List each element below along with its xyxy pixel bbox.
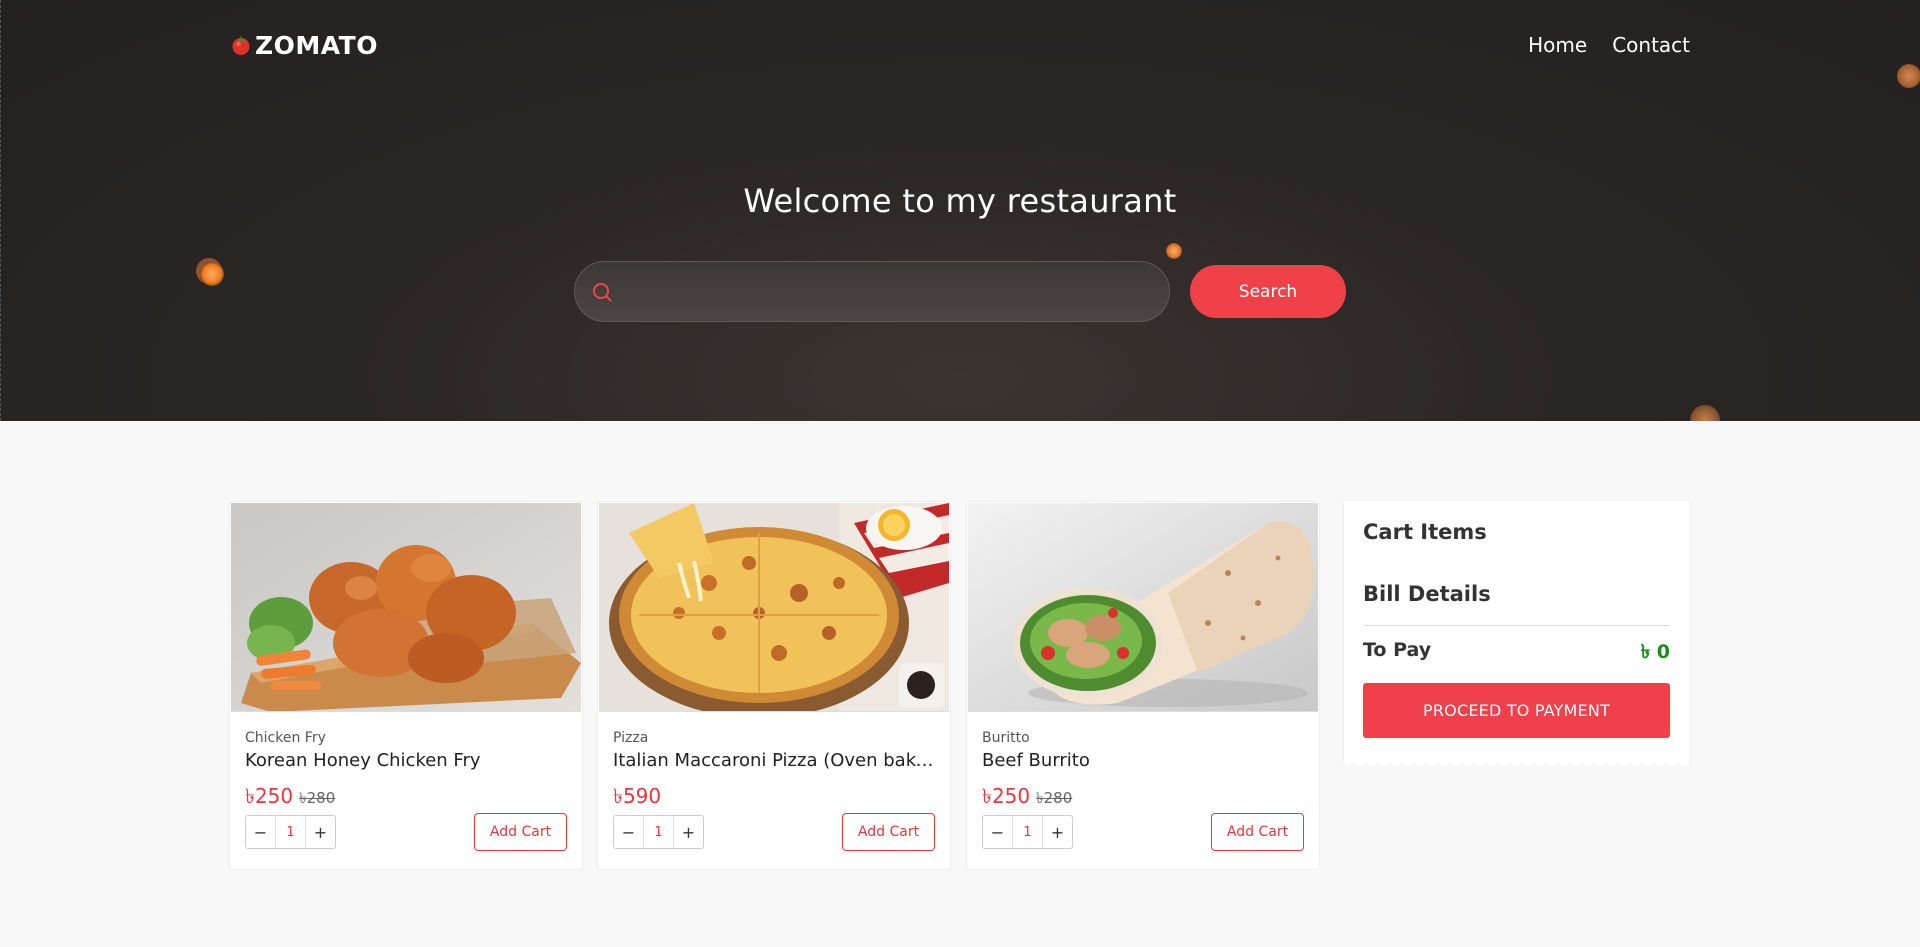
- search-icon: [590, 280, 614, 304]
- product-category: Pizza: [613, 730, 649, 746]
- decrement-button[interactable]: −: [246, 816, 275, 848]
- current-price: ৳250: [982, 784, 1031, 808]
- search-bar[interactable]: [574, 261, 1170, 322]
- product-price: ৳250 ৳280: [245, 782, 335, 815]
- divider: [1363, 625, 1670, 626]
- bill-details-title: Bill Details: [1363, 582, 1491, 606]
- current-price: ৳250: [245, 784, 294, 808]
- product-category: Chicken Fry: [245, 730, 326, 746]
- nav-contact-link[interactable]: Contact: [1612, 33, 1690, 57]
- search-input[interactable]: [622, 262, 1169, 321]
- product-card: Chicken Fry Korean Honey Chicken Fry ৳25…: [230, 502, 582, 869]
- add-cart-button[interactable]: Add Cart: [1211, 813, 1304, 851]
- decrement-button[interactable]: −: [983, 816, 1012, 848]
- decrement-button[interactable]: −: [614, 816, 643, 848]
- to-pay-label: To Pay: [1363, 639, 1432, 661]
- pizza-image: [599, 503, 949, 712]
- product-name[interactable]: Italian Maccaroni Pizza (Oven baked): [613, 750, 939, 771]
- hero-banner: ZOMATO Home Contact Welcome to my restau…: [0, 0, 1920, 421]
- quantity-value: 1: [275, 816, 306, 848]
- hero-title: Welcome to my restaurant: [743, 182, 1177, 220]
- quantity-value: 1: [1012, 816, 1043, 848]
- nav-home-link[interactable]: Home: [1528, 33, 1587, 57]
- add-cart-button[interactable]: Add Cart: [842, 813, 935, 851]
- brand-logo[interactable]: ZOMATO: [230, 28, 378, 62]
- tomato-icon: [230, 34, 252, 56]
- product-card: Buritto Beef Burrito ৳250 ৳280 − 1 + Add…: [967, 502, 1319, 869]
- product-card: Pizza Italian Maccaroni Pizza (Oven bake…: [598, 502, 950, 869]
- quantity-stepper: − 1 +: [245, 815, 336, 849]
- receipt-zigzag-edge: [1344, 761, 1690, 767]
- current-price: ৳590: [613, 784, 662, 808]
- increment-button[interactable]: +: [306, 816, 335, 848]
- product-price: ৳250 ৳280: [982, 782, 1072, 815]
- product-price: ৳590: [613, 782, 667, 815]
- cart-panel: Cart Items Bill Details To Pay ৳ 0 PROCE…: [1344, 501, 1690, 767]
- product-category: Buritto: [982, 730, 1030, 746]
- fried-chicken-image: [231, 503, 581, 712]
- to-pay-amount: ৳ 0: [1640, 641, 1670, 663]
- top-nav: ZOMATO Home Contact: [230, 28, 1690, 62]
- bokeh-light: [1690, 405, 1720, 421]
- bokeh-light: [1897, 64, 1920, 88]
- quantity-stepper: − 1 +: [982, 815, 1073, 849]
- brand-name: ZOMATO: [255, 30, 378, 60]
- increment-button[interactable]: +: [674, 816, 703, 848]
- original-price: ৳280: [1036, 789, 1073, 807]
- quantity-value: 1: [643, 816, 674, 848]
- product-name[interactable]: Beef Burrito: [982, 750, 1308, 771]
- nav-links: Home Contact: [1528, 28, 1690, 62]
- search-button[interactable]: Search: [1190, 265, 1346, 318]
- product-name[interactable]: Korean Honey Chicken Fry: [245, 750, 571, 771]
- bokeh-light: [200, 262, 224, 286]
- burrito-image: [968, 503, 1318, 712]
- increment-button[interactable]: +: [1043, 816, 1072, 848]
- proceed-to-payment-button[interactable]: PROCEED TO PAYMENT: [1363, 683, 1670, 738]
- cart-title: Cart Items: [1363, 520, 1487, 544]
- original-price: ৳280: [299, 789, 336, 807]
- bokeh-light: [1166, 243, 1182, 259]
- add-cart-button[interactable]: Add Cart: [474, 813, 567, 851]
- quantity-stepper: − 1 +: [613, 815, 704, 849]
